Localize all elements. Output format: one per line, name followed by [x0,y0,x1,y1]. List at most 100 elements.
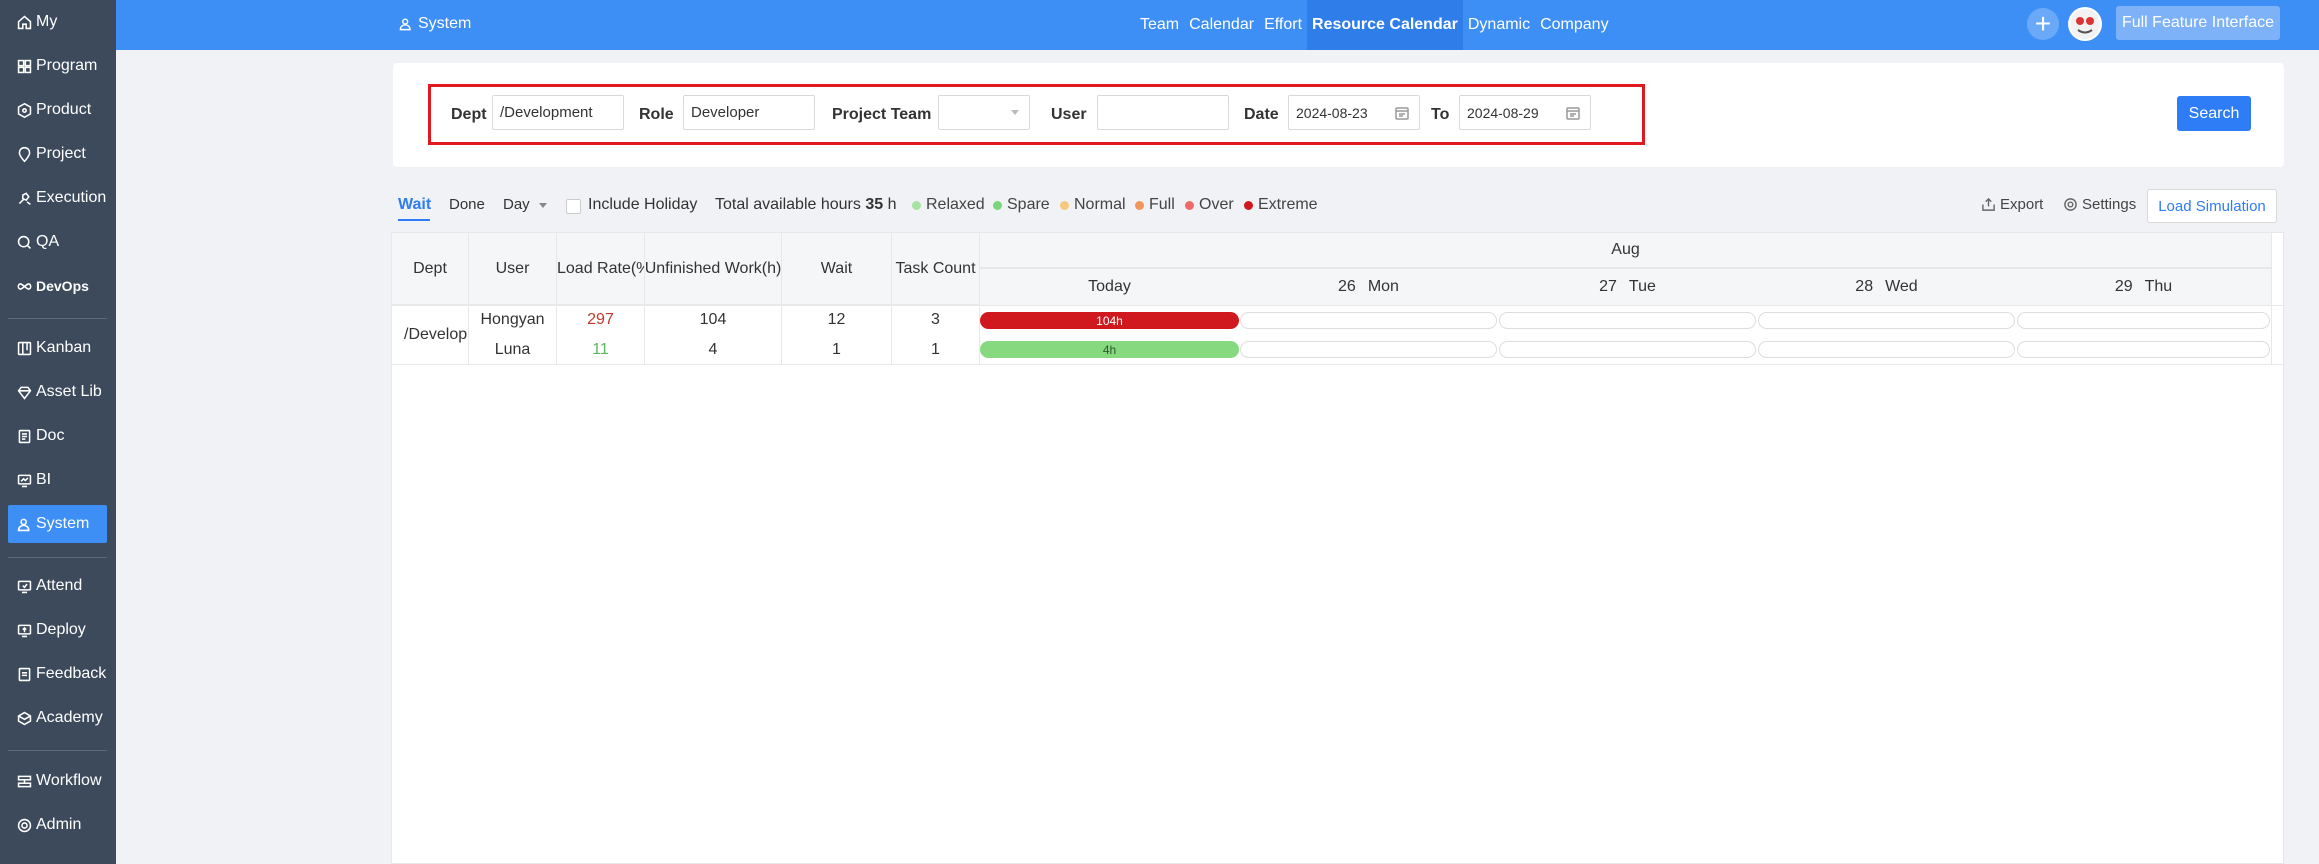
sidebar-item-label: Doc [36,427,65,444]
sidebar-item-feedback[interactable]: Feedback [8,655,107,693]
col-header-unfinished-work: Unfinished Work(h) [645,233,782,305]
load-bar-empty[interactable] [1758,341,2015,358]
load-bar-empty[interactable] [2017,341,2270,358]
sidebar-item-admin[interactable]: Admin [8,806,107,844]
day-header: 26 Mon [1239,268,1498,305]
include-holiday-checkbox[interactable] [566,199,581,214]
full-feature-interface-button[interactable]: Full Feature Interface [2116,6,2280,40]
day-header-num: 29 [2114,277,2133,295]
sidebar-item-academy[interactable]: Academy [8,699,107,737]
project-team-label: Project Team [832,106,932,123]
search-button[interactable]: Search [2177,96,2251,131]
date-to-input[interactable]: 2024-08-29 [1459,95,1591,130]
date-to-value: 2024-08-29 [1467,104,1539,121]
total-hours-value: 35 [865,196,884,213]
load-simulation-button[interactable]: Load Simulation [2147,189,2277,223]
month-header: Aug [980,233,2271,268]
sidebar-divider [8,750,107,751]
breadcrumb[interactable]: System [398,0,471,48]
kanban-icon [14,338,34,358]
role-input[interactable]: Developer [683,95,815,130]
sidebar-item-doc[interactable]: Doc [8,417,107,455]
load-bar-empty[interactable] [2017,312,2270,329]
legend-normal: Normal [1060,196,1126,214]
export-button[interactable]: Export [1981,196,2043,213]
nav-company[interactable]: Company [1535,0,1613,50]
sidebar-divider [8,318,107,319]
nav-dynamic[interactable]: Dynamic [1463,0,1535,50]
sidebar-item-kanban[interactable]: Kanban [8,329,107,367]
legend-label: Full [1149,196,1175,213]
sidebar-item-devops[interactable]: DevOps [8,267,107,305]
sidebar-item-project[interactable]: Project [8,135,107,173]
project-team-select[interactable] [938,95,1030,130]
dept-input[interactable]: /Development [492,95,624,130]
load-bar-today[interactable]: 4h [980,341,1239,358]
gear-icon [14,815,34,835]
sidebar-item-deploy[interactable]: Deploy [8,611,107,649]
sidebar-item-bi[interactable]: BI [8,461,107,499]
legend-dot [1135,200,1144,210]
date-from-input[interactable]: 2024-08-23 [1288,95,1420,130]
sidebar-item-label: Feedback [36,665,107,682]
users-icon [399,18,411,31]
chevron-down-icon [538,202,547,208]
avatar[interactable] [2068,7,2102,41]
load-bar-empty[interactable] [1499,341,1756,358]
load-bar-empty[interactable] [1240,312,1497,329]
attend-icon [14,576,34,596]
academy-icon [14,708,34,728]
sidebar-item-label: My [36,13,58,30]
sidebar-item-asset-lib[interactable]: Asset Lib [8,373,107,411]
right-border [2271,233,2272,364]
sidebar-item-program[interactable]: Program [8,47,107,85]
sidebar-item-label: Kanban [36,339,92,356]
table-bottom-line [392,364,2283,365]
nav-calendar[interactable]: Calendar [1184,0,1259,50]
sidebar-item-label: BI [36,471,52,488]
nav-team[interactable]: Team [1135,0,1184,50]
qa-icon [14,232,34,252]
settings-button[interactable]: Settings [2063,196,2136,213]
sidebar-item-system[interactable]: System [8,505,107,543]
user-cell[interactable]: Luna [469,335,557,364]
load-rate-cell: 297 [557,305,645,335]
sidebar-item-label: Attend [36,577,83,594]
sidebar-item-label: System [36,515,90,532]
load-bar-empty[interactable] [1758,312,2015,329]
legend-label: Extreme [1258,196,1318,213]
tab-done[interactable]: Done [449,196,485,213]
col-header-dept: Dept [392,233,469,305]
load-bar-empty[interactable] [1240,341,1497,358]
sidebar-item-execution[interactable]: Execution [8,179,107,217]
add-button[interactable]: + [2027,8,2059,40]
sidebar-item-my[interactable]: My [8,3,107,41]
gear-icon [2064,198,2077,211]
export-label: Export [2000,196,2044,213]
tab-wait[interactable]: Wait [398,196,431,214]
nav-resource-calendar[interactable]: Resource Calendar [1307,0,1463,50]
total-hours-unit: h [887,196,897,213]
load-bar-empty[interactable] [1499,312,1756,329]
sidebar-item-product[interactable]: Product [8,91,107,129]
user-input[interactable] [1097,95,1229,130]
legend-label: Normal [1074,196,1126,213]
sidebar-item-workflow[interactable]: Workflow [8,762,107,800]
diamond-icon [14,382,34,402]
user-cell[interactable]: Hongyan [469,305,557,335]
sidebar-item-label: Academy [36,709,103,726]
nav-effort[interactable]: Effort [1259,0,1307,50]
users-icon [14,514,34,534]
wait-cell: 12 [782,305,892,335]
day-header: 29 Thu [2016,268,2271,305]
load-bar-today[interactable]: 104h [980,312,1239,329]
feedback-icon [14,664,34,684]
col-header-user: User [469,233,557,305]
col-header-load-rate: Load Rate(%) [557,233,645,305]
day-select-value: Day [503,196,530,213]
sidebar-item-label: Product [36,101,92,118]
day-select[interactable]: Day [503,196,547,213]
sidebar-item-qa[interactable]: QA [8,223,107,261]
sidebar-item-attend[interactable]: Attend [8,567,107,605]
include-holiday-label: Include Holiday [588,196,698,213]
